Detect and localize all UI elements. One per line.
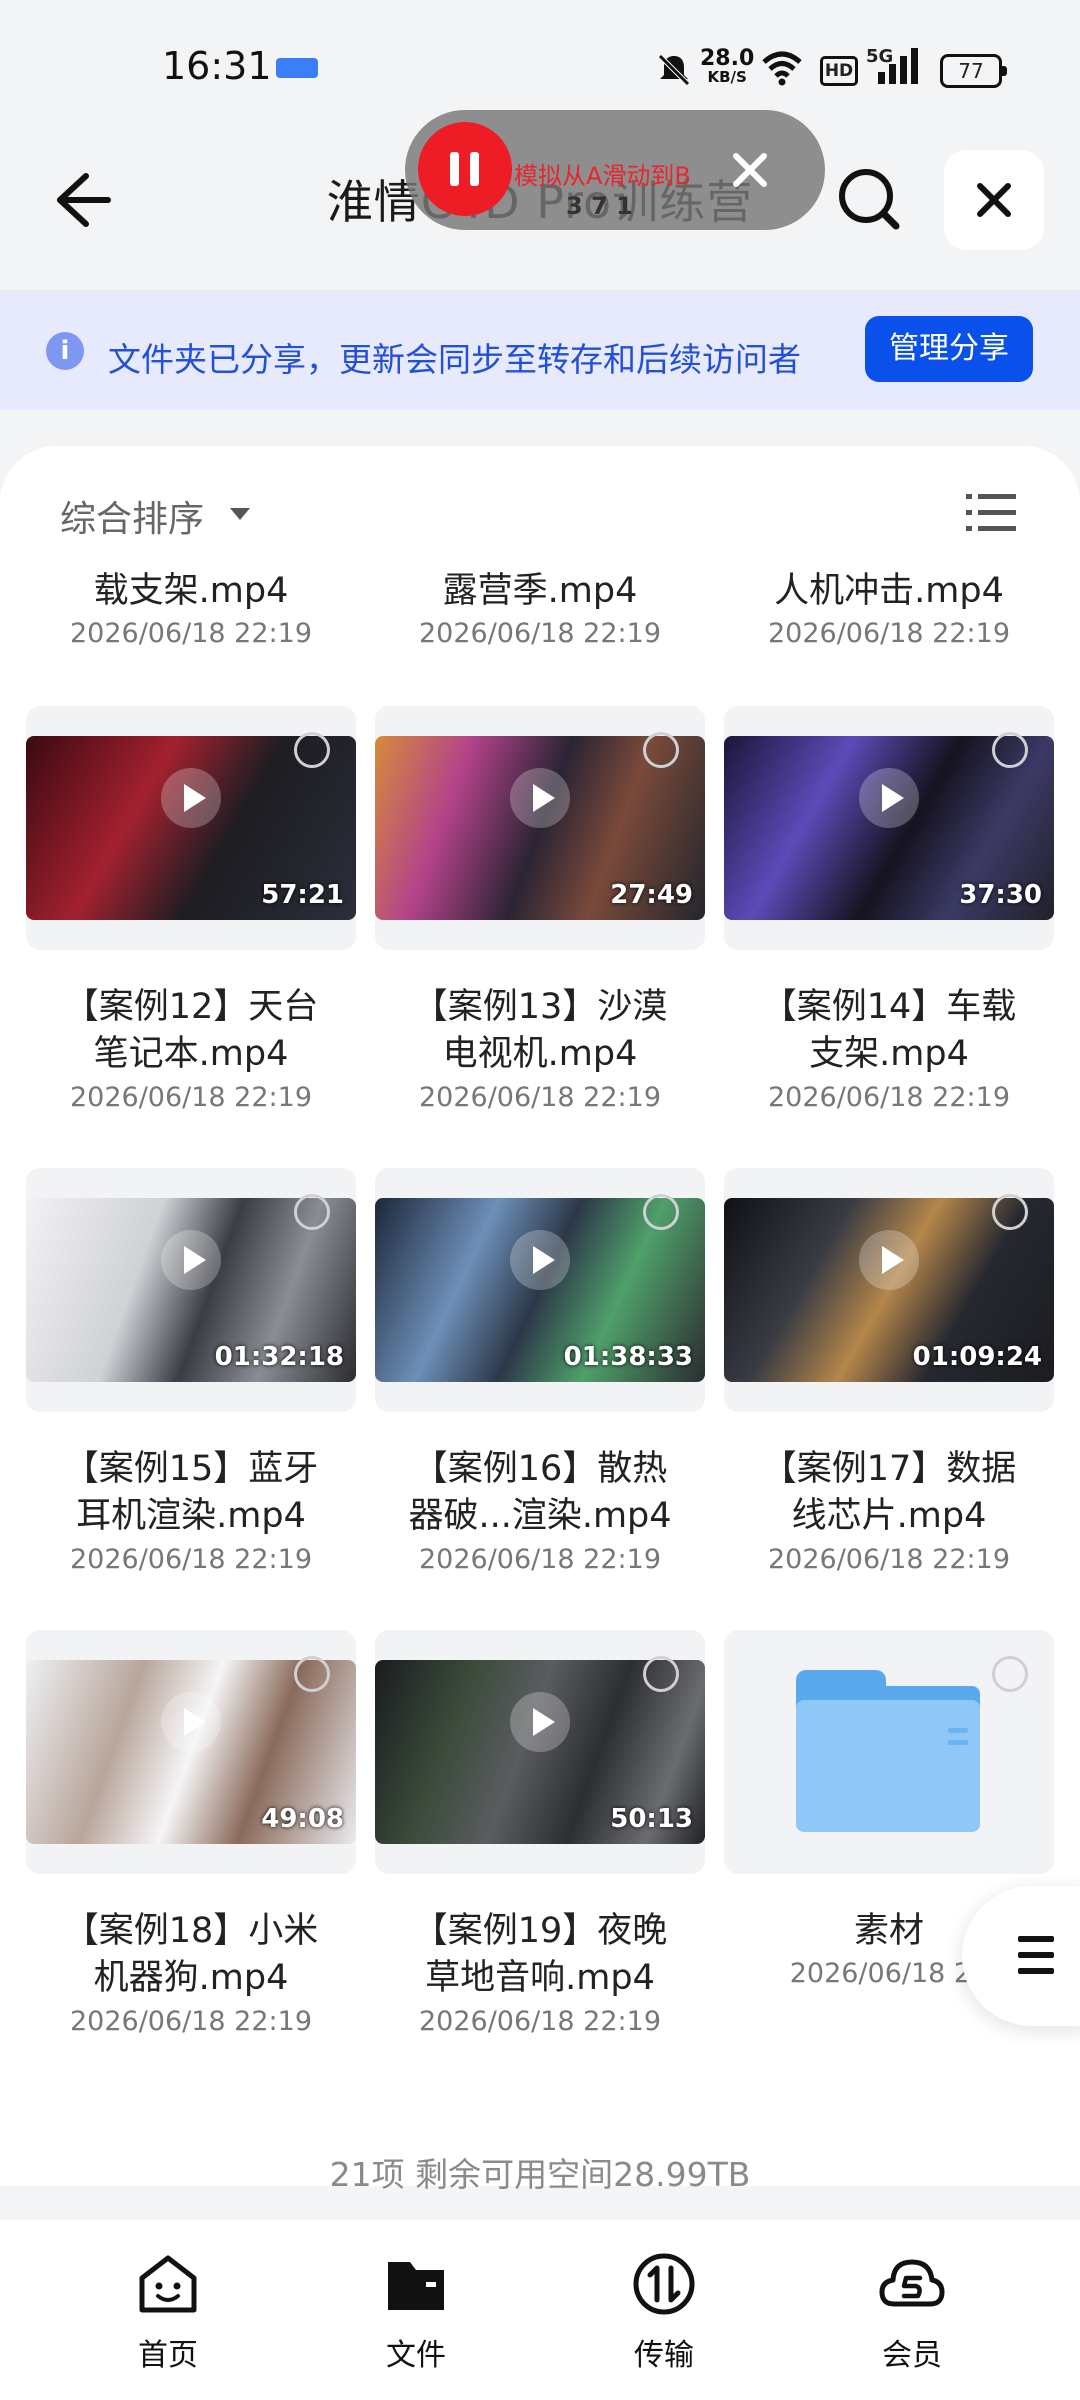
nav-files[interactable]: 文件 bbox=[336, 2248, 496, 2373]
file-date: 2026/06/18 22:19 bbox=[418, 1544, 661, 1575]
video-duration: 01:09:24 bbox=[912, 1342, 1042, 1372]
file-date: 2026/06/18 22:19 bbox=[69, 2006, 312, 2037]
file-date: 2026/06/18 22:19 bbox=[418, 618, 661, 649]
manage-share-button[interactable]: 管理分享 bbox=[865, 316, 1033, 382]
play-icon bbox=[859, 768, 919, 828]
play-icon bbox=[161, 768, 221, 828]
select-checkbox[interactable] bbox=[643, 1656, 679, 1692]
signal-icon bbox=[878, 48, 918, 84]
nav-member[interactable]: 会员 bbox=[832, 2248, 992, 2373]
select-checkbox[interactable] bbox=[294, 1194, 330, 1230]
video-tile[interactable]: 01:09:24 bbox=[724, 1168, 1054, 1412]
pause-button[interactable] bbox=[418, 122, 512, 216]
file-name[interactable]: 【案例19】夜晚 草地音响.mp4 bbox=[365, 1908, 715, 2002]
file-date: 2026/06/18 22:19 bbox=[69, 1082, 312, 1113]
close-icon bbox=[977, 183, 1011, 217]
nav-member-label: 会员 bbox=[882, 2338, 942, 2373]
play-icon bbox=[510, 1692, 570, 1752]
battery-indicator: 77 bbox=[940, 54, 1007, 88]
select-checkbox[interactable] bbox=[992, 732, 1028, 768]
overlay-text: 模拟从A滑动到B bbox=[514, 162, 691, 190]
hd-badge: HD bbox=[820, 56, 858, 86]
network-speed: 28.0 KB/S bbox=[700, 46, 755, 86]
video-duration: 50:13 bbox=[610, 1804, 693, 1834]
video-tile[interactable]: 37:30 bbox=[724, 706, 1054, 950]
video-duration: 27:49 bbox=[610, 880, 693, 910]
file-date: 2026/06/18 22:19 bbox=[418, 2006, 661, 2037]
folder-icon-line bbox=[948, 1740, 968, 1745]
file-name[interactable]: 【案例16】散热 器破...渲染.mp4 bbox=[365, 1446, 715, 1540]
app-indicator-icon bbox=[276, 58, 318, 78]
video-duration: 01:32:18 bbox=[214, 1342, 344, 1372]
select-checkbox[interactable] bbox=[294, 1656, 330, 1692]
select-checkbox[interactable] bbox=[643, 732, 679, 768]
menu-icon bbox=[1018, 1936, 1054, 1974]
file-name[interactable]: 载支架.mp4 bbox=[16, 568, 366, 615]
folder-filled-icon bbox=[388, 2262, 444, 2310]
video-tile[interactable]: 50:13 bbox=[375, 1630, 705, 1874]
list-view-button[interactable] bbox=[960, 488, 1020, 538]
play-icon bbox=[161, 1230, 221, 1290]
nav-home[interactable]: 首页 bbox=[88, 2248, 248, 2373]
folder-icon-line bbox=[948, 1728, 968, 1733]
overlay-close-button[interactable] bbox=[720, 140, 780, 200]
folder-icon-front bbox=[796, 1700, 980, 1832]
video-tile[interactable]: 27:49 bbox=[375, 706, 705, 950]
file-name[interactable]: 【案例12】天台 笔记本.mp4 bbox=[16, 984, 366, 1078]
file-date: 2026/06/18 22:19 bbox=[767, 618, 1010, 649]
home-face-icon bbox=[139, 2255, 197, 2313]
video-duration: 49:08 bbox=[261, 1804, 344, 1834]
status-time: 16:31 bbox=[162, 44, 272, 88]
video-tile[interactable]: 57:21 bbox=[26, 706, 356, 950]
video-duration: 57:21 bbox=[261, 880, 344, 910]
select-checkbox[interactable] bbox=[643, 1194, 679, 1230]
file-date: 2026/06/18 22:19 bbox=[69, 618, 312, 649]
caret-down-icon bbox=[230, 508, 250, 520]
share-banner-text: 文件夹已分享，更新会同步至转存和后续访问者 bbox=[108, 340, 801, 379]
file-date: 2026/06/18 22:19 bbox=[767, 1544, 1010, 1575]
file-date: 2026/06/18 22:19 bbox=[69, 1544, 312, 1575]
play-icon bbox=[859, 1230, 919, 1290]
video-tile[interactable]: 01:38:33 bbox=[375, 1168, 705, 1412]
nav-files-label: 文件 bbox=[386, 2338, 446, 2373]
file-name[interactable]: 人机冲击.mp4 bbox=[714, 568, 1064, 615]
video-duration: 37:30 bbox=[959, 880, 1042, 910]
select-checkbox[interactable] bbox=[992, 1194, 1028, 1230]
file-name[interactable]: 【案例15】蓝牙 耳机渲染.mp4 bbox=[16, 1446, 366, 1540]
file-name[interactable]: 【案例13】沙漠 电视机.mp4 bbox=[365, 984, 715, 1078]
file-name[interactable]: 【案例14】车载 支架.mp4 bbox=[714, 984, 1064, 1078]
storage-summary: 21项 剩余可用空间28.99TB bbox=[329, 2155, 751, 2194]
back-button[interactable] bbox=[40, 160, 120, 240]
search-button[interactable] bbox=[830, 158, 910, 238]
nav-home-label: 首页 bbox=[138, 2338, 198, 2373]
select-checkbox[interactable] bbox=[294, 732, 330, 768]
nav-transfer[interactable]: 传输 bbox=[584, 2248, 744, 2373]
mute-icon bbox=[658, 54, 690, 86]
close-button[interactable] bbox=[944, 150, 1044, 250]
file-date: 2026/06/18 22:19 bbox=[767, 1082, 1010, 1113]
wifi-icon bbox=[762, 51, 802, 86]
select-checkbox[interactable] bbox=[992, 1656, 1028, 1692]
video-duration: 01:38:33 bbox=[563, 1342, 693, 1372]
video-tile[interactable]: 01:32:18 bbox=[26, 1168, 356, 1412]
video-tile[interactable]: 49:08 bbox=[26, 1630, 356, 1874]
play-icon bbox=[510, 768, 570, 828]
file-name[interactable]: 露营季.mp4 bbox=[365, 568, 715, 615]
file-name[interactable]: 【案例18】小米 机器狗.mp4 bbox=[16, 1908, 366, 2002]
play-icon bbox=[161, 1692, 221, 1752]
file-date: 2026/06/18 22:19 bbox=[418, 1082, 661, 1113]
nav-transfer-label: 传输 bbox=[634, 2338, 694, 2373]
cloud-member-icon bbox=[879, 2259, 945, 2307]
file-name[interactable]: 【案例17】数据 线芯片.mp4 bbox=[714, 1446, 1064, 1540]
transfer-icon bbox=[633, 2253, 695, 2315]
folder-tile[interactable] bbox=[724, 1630, 1054, 1874]
info-icon: i bbox=[46, 332, 84, 370]
play-icon bbox=[510, 1230, 570, 1290]
sort-dropdown[interactable]: 综合排序 bbox=[60, 490, 204, 542]
overlay-counter: 3 7 1 bbox=[566, 192, 633, 220]
